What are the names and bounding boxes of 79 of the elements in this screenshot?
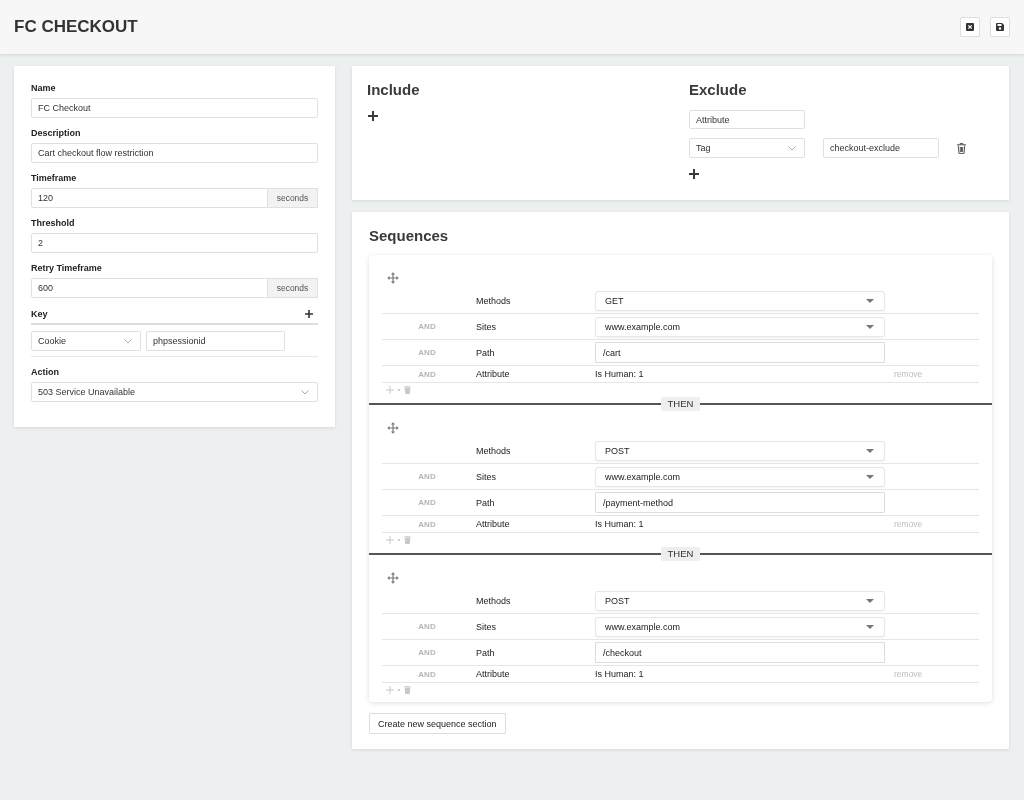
condition-label: Attribute [476,519,510,529]
attribute-value: Is Human: 1 [595,669,644,679]
and-connector: AND [418,348,436,357]
condition-dropdown[interactable]: POST [595,440,885,461]
section-heading: Exclude [689,81,747,99]
plus-icon[interactable] [689,169,699,179]
and-connector: AND [418,669,436,679]
section-heading: Sequences [369,227,450,245]
condition-label: Path [476,497,495,508]
field-label: Description [31,127,82,140]
text-field[interactable]: FC Checkout [31,98,318,118]
plus-icon[interactable] [368,111,378,121]
chevron-down-icon [788,145,796,151]
field-label: Retry Timeframe [31,262,103,275]
field-label: Timeframe [31,172,78,185]
condition-dropdown[interactable]: www.example.com [595,616,885,637]
page-title: FC CHECKOUT [14,17,138,37]
caret-down-icon [866,598,874,603]
unit-addon: seconds [268,188,318,208]
caret-down-icon [866,448,874,453]
chevron-down-icon [124,338,132,344]
and-connector: AND [418,472,436,481]
key-type-dropdown[interactable]: Cookie [31,331,141,351]
then-label: THEN [660,547,701,561]
number-field[interactable]: 600 [31,278,268,298]
caret-down-icon [866,324,874,329]
condition-label: Path [476,347,495,358]
plus-icon[interactable] [305,310,313,318]
condition-label: Sites [476,621,496,632]
attribute-value: Is Human: 1 [595,519,644,529]
condition-dropdown[interactable]: POST [595,590,885,611]
condition-label: Attribute [476,369,510,379]
path-field[interactable]: /cart [595,342,885,363]
condition-label: Methods [476,595,511,606]
condition-dropdown[interactable]: www.example.com [595,316,885,337]
and-connector: AND [418,519,436,529]
condition-label: Methods [476,445,511,456]
unit-addon: seconds [268,278,318,298]
move-icon[interactable] [387,272,399,284]
action-dropdown[interactable]: 503 Service Unavailable [31,382,318,402]
condition-dropdown[interactable]: www.example.com [595,466,885,487]
text-field[interactable]: phpsessionid [146,331,285,351]
condition-label: Path [476,647,495,658]
create-section-button[interactable]: Create new sequence section [369,713,506,734]
close-icon [966,23,974,31]
path-field[interactable]: /checkout [595,642,885,663]
and-connector: AND [418,498,436,507]
and-connector: AND [418,369,436,379]
trash-icon[interactable] [957,142,966,154]
field-label: Key [31,308,48,321]
save-button[interactable] [990,17,1010,37]
chevron-down-icon [301,389,309,395]
attribute-value: Is Human: 1 [595,369,644,379]
then-label: THEN [660,397,701,411]
text-field[interactable]: Attribute [689,110,805,129]
condition-label: Methods [476,295,511,306]
condition-label: Sites [476,321,496,332]
number-field[interactable]: 120 [31,188,268,208]
move-icon[interactable] [387,422,399,434]
caret-down-icon [866,624,874,629]
and-connector: AND [418,622,436,631]
caret-down-icon [866,474,874,479]
text-field[interactable]: Cart checkout flow restriction [31,143,318,163]
field-label: Threshold [31,217,76,230]
field-label: Name [31,82,57,95]
field-label: Action [31,366,60,379]
caret-down-icon [866,298,874,303]
section-heading: Include [367,81,420,99]
path-field[interactable]: /payment-method [595,492,885,513]
condition-label: Attribute [476,669,510,679]
text-field[interactable]: checkout-exclude [823,138,939,158]
condition-label: Sites [476,471,496,482]
text-field[interactable]: 2 [31,233,318,253]
tag-type-dropdown[interactable]: Tag [689,138,805,158]
condition-dropdown[interactable]: GET [595,290,885,311]
close-button[interactable] [960,17,980,37]
and-connector: AND [418,322,436,331]
move-icon[interactable] [387,572,399,584]
and-connector: AND [418,648,436,657]
